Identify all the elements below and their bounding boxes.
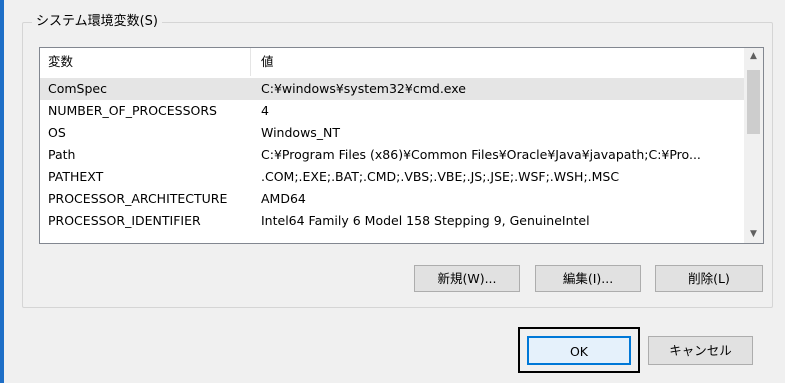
chevron-up-icon[interactable]: ▲ [744, 48, 763, 65]
new-button[interactable]: 新規(W)... [414, 265, 520, 292]
row-variable-value: C:¥windows¥system32¥cmd.exe [261, 81, 466, 96]
row-variable-value: Intel64 Family 6 Model 158 Stepping 9, G… [261, 213, 590, 228]
row-variable-name: ComSpec [48, 81, 107, 96]
column-header-value[interactable]: 値 [251, 48, 744, 76]
row-variable-value: 4 [261, 103, 269, 118]
row-variable-value: .COM;.EXE;.BAT;.CMD;.VBS;.VBE;.JS;.JSE;.… [261, 169, 620, 184]
column-header-variable[interactable]: 変数 [40, 48, 251, 76]
row-variable-value: Windows_NT [261, 125, 341, 140]
table-row[interactable]: PROCESSOR_ARCHITECTURE AMD64 [40, 188, 744, 210]
vertical-scrollbar[interactable]: ▲ ▼ [744, 48, 763, 243]
table-row[interactable]: Path C:¥Program Files (x86)¥Common Files… [40, 144, 744, 166]
window-edge-right [785, 0, 789, 385]
edit-button[interactable]: 編集(I)... [535, 265, 641, 292]
row-variable-name: Path [48, 147, 76, 162]
row-variable-name: NUMBER_OF_PROCESSORS [48, 103, 217, 118]
group-label: システム環境変数(S) [32, 13, 163, 31]
table-row[interactable]: PATHEXT .COM;.EXE;.BAT;.CMD;.VBS;.VBE;.J… [40, 166, 744, 188]
row-variable-name: OS [48, 125, 66, 140]
chevron-down-icon[interactable]: ▼ [744, 226, 763, 243]
table-row[interactable]: OS Windows_NT [40, 122, 744, 144]
row-variable-name: PROCESSOR_IDENTIFIER [48, 213, 201, 228]
row-variable-name: PATHEXT [48, 169, 104, 184]
table-row[interactable]: ComSpec C:¥windows¥system32¥cmd.exe [40, 78, 744, 100]
list-body: ComSpec C:¥windows¥system32¥cmd.exe NUMB… [40, 78, 744, 232]
table-row[interactable]: PROCESSOR_IDENTIFIER Intel64 Family 6 Mo… [40, 210, 744, 232]
scrollbar-thumb[interactable] [747, 70, 760, 134]
window-edge [0, 0, 4, 385]
list-header: 変数 値 [40, 48, 744, 76]
table-row[interactable]: NUMBER_OF_PROCESSORS 4 [40, 100, 744, 122]
row-variable-value: AMD64 [261, 191, 306, 206]
row-variable-value: C:¥Program Files (x86)¥Common Files¥Orac… [261, 147, 701, 162]
cancel-button[interactable]: キャンセル [648, 336, 753, 365]
ok-button[interactable]: OK [527, 336, 631, 365]
system-variables-list[interactable]: 変数 値 ComSpec C:¥windows¥system32¥cmd.exe… [39, 47, 764, 244]
delete-button[interactable]: 削除(L) [655, 265, 763, 292]
row-variable-name: PROCESSOR_ARCHITECTURE [48, 191, 228, 206]
